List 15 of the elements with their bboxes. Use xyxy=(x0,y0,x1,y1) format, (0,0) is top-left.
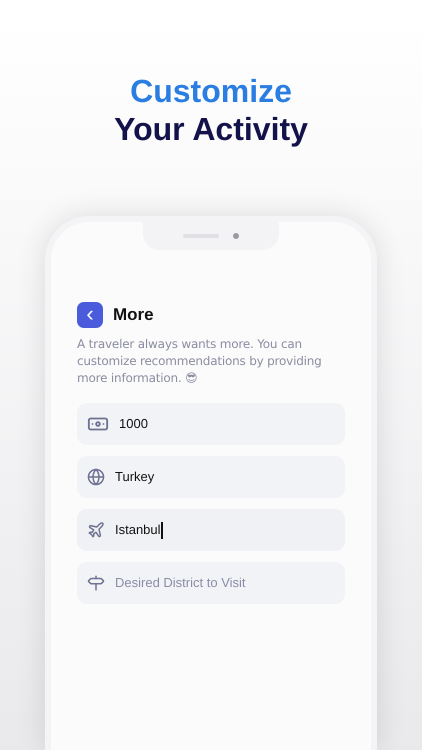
field-value: Turkey xyxy=(115,468,154,486)
headline: Customize xyxy=(130,72,292,110)
globe-icon xyxy=(87,468,105,486)
input-field[interactable]: Istanbul xyxy=(77,509,345,551)
input-field[interactable]: Turkey xyxy=(77,456,345,498)
signpost-icon xyxy=(87,574,105,592)
input-field[interactable]: 1000 xyxy=(77,403,345,445)
headline: Your Activity xyxy=(114,110,308,148)
field-value: Istanbul xyxy=(115,521,161,540)
screen-title: More xyxy=(113,304,154,326)
description: A traveler always wants more. You can customize recommendations by providing more information. 😎 xyxy=(77,336,323,387)
field-placeholder: Desired District to Visit xyxy=(115,574,246,592)
plane-icon xyxy=(87,521,105,539)
back-button[interactable]: ‹ xyxy=(77,302,103,328)
field-value: 1000 xyxy=(119,415,148,434)
